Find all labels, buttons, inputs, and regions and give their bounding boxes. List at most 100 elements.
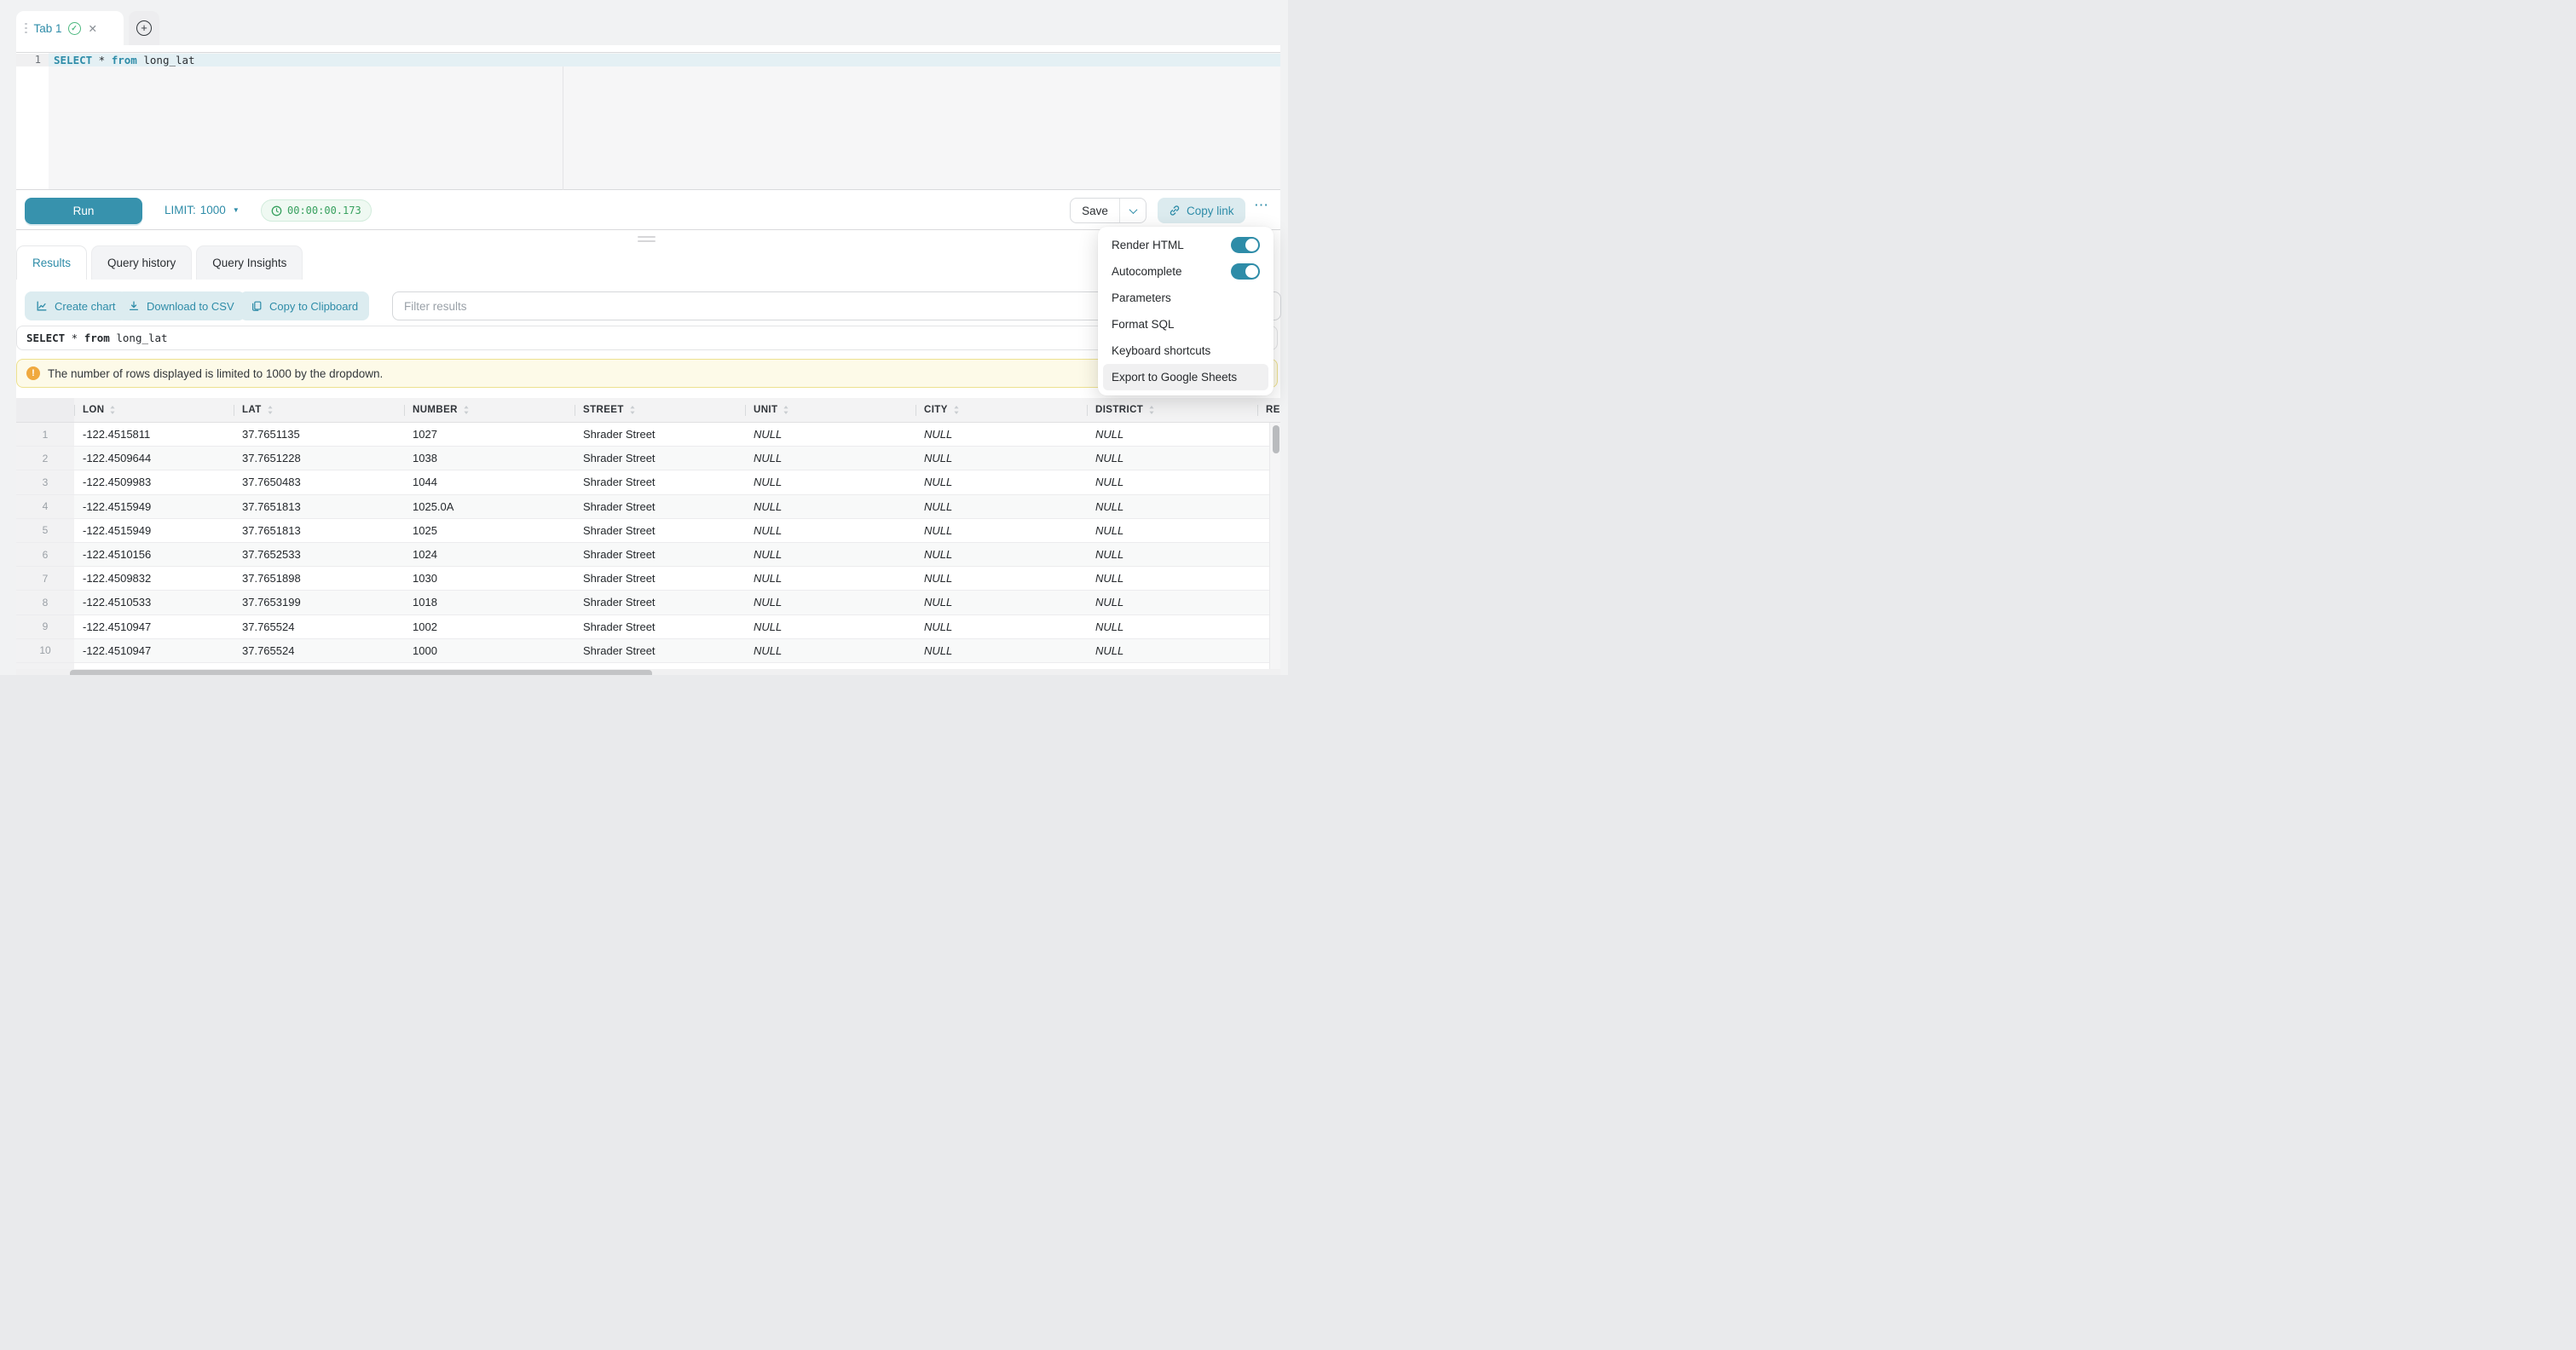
table-cell[interactable]: NULL xyxy=(745,591,915,614)
column-header-unit[interactable]: UNIT xyxy=(745,398,915,422)
save-options-button[interactable] xyxy=(1119,199,1146,222)
menu-item-autocomplete[interactable]: Autocomplete xyxy=(1103,258,1268,285)
table-cell[interactable]: Shrader Street xyxy=(575,447,745,470)
table-cell[interactable]: -122.4510156 xyxy=(74,543,234,566)
table-cell[interactable]: NULL xyxy=(915,639,1087,662)
column-header-street[interactable]: STREET xyxy=(575,398,745,422)
table-cell[interactable]: NULL xyxy=(1087,495,1257,518)
table-cell[interactable]: NULL xyxy=(1087,663,1257,669)
table-cell[interactable]: NULL xyxy=(915,519,1087,542)
table-cell[interactable]: 37.7651898 xyxy=(234,567,404,590)
table-cell[interactable]: NULL xyxy=(1087,423,1257,446)
table-cell[interactable]: 37.7654555 xyxy=(234,663,404,669)
column-header-re[interactable]: RE xyxy=(1257,398,1280,422)
table-cell[interactable]: NULL xyxy=(915,615,1087,638)
table-cell[interactable]: Shrader Street xyxy=(575,543,745,566)
sort-icon[interactable] xyxy=(629,405,636,415)
toggle-switch[interactable] xyxy=(1231,237,1260,253)
table-cell[interactable]: NULL xyxy=(915,423,1087,446)
table-cell[interactable]: 1025 xyxy=(404,519,575,542)
table-cell[interactable] xyxy=(1257,591,1269,614)
table-cell[interactable]: -122.4515811 xyxy=(74,423,234,446)
tab-query-insights[interactable]: Query Insights xyxy=(196,245,303,280)
limit-dropdown[interactable]: LIMIT: 1000 ▼ xyxy=(165,204,240,216)
sort-icon[interactable] xyxy=(109,405,116,415)
table-cell[interactable]: 1044 xyxy=(404,470,575,493)
table-cell[interactable]: Shrader Street xyxy=(575,591,745,614)
vertical-scrollbar[interactable] xyxy=(1269,423,1280,675)
table-cell[interactable]: -122.4509983 xyxy=(74,470,234,493)
table-cell[interactable]: 1027 xyxy=(404,423,575,446)
table-cell[interactable]: 37.7652533 xyxy=(234,543,404,566)
menu-item-render-html[interactable]: Render HTML xyxy=(1103,232,1268,258)
run-button[interactable]: Run xyxy=(25,198,142,224)
table-cell[interactable]: 37.7651813 xyxy=(234,519,404,542)
table-cell[interactable]: -122.4510902 xyxy=(74,663,234,669)
table-cell[interactable]: -122.4510947 xyxy=(74,639,234,662)
table-cell[interactable] xyxy=(1257,639,1269,662)
table-cell[interactable]: -122.4510947 xyxy=(74,615,234,638)
horizontal-scrollbar[interactable] xyxy=(16,669,1280,675)
table-cell[interactable]: NULL xyxy=(1087,470,1257,493)
table-cell[interactable] xyxy=(1257,567,1269,590)
table-cell[interactable]: NULL xyxy=(745,663,915,669)
table-cell[interactable]: NULL xyxy=(745,447,915,470)
table-cell[interactable]: -122.4515949 xyxy=(74,495,234,518)
more-options-button[interactable]: ⋯ xyxy=(1254,197,1269,214)
table-cell[interactable]: NULL xyxy=(745,470,915,493)
table-cell[interactable]: NULL xyxy=(915,495,1087,518)
table-cell[interactable]: -122.4510533 xyxy=(74,591,234,614)
new-tab-button[interactable]: + xyxy=(129,11,159,45)
sort-icon[interactable] xyxy=(1148,405,1155,415)
table-cell[interactable]: Shrader Street xyxy=(575,423,745,446)
save-button[interactable]: Save xyxy=(1071,199,1119,222)
table-cell[interactable]: -122.4509644 xyxy=(74,447,234,470)
table-cell[interactable]: Shrader Street xyxy=(575,470,745,493)
table-cell[interactable]: 1000 xyxy=(404,663,575,669)
table-cell[interactable]: 1000 xyxy=(404,639,575,662)
column-header-number[interactable]: NUMBER xyxy=(404,398,575,422)
tab-results[interactable]: Results xyxy=(16,245,87,280)
table-cell[interactable]: NULL xyxy=(745,543,915,566)
table-cell[interactable]: NULL xyxy=(745,615,915,638)
sort-icon[interactable] xyxy=(463,405,470,415)
column-header-city[interactable]: CITY xyxy=(915,398,1087,422)
table-cell[interactable]: Shrader Street xyxy=(575,639,745,662)
menu-item-keyboard-shortcuts[interactable]: Keyboard shortcuts xyxy=(1103,338,1268,364)
copy-link-button[interactable]: Copy link xyxy=(1158,198,1245,223)
table-cell[interactable]: NULL xyxy=(745,423,915,446)
code-line-1[interactable]: SELECT * from long_lat xyxy=(54,54,195,66)
column-header-district[interactable]: DISTRICT xyxy=(1087,398,1257,422)
table-cell[interactable]: NULL xyxy=(1087,567,1257,590)
table-cell[interactable] xyxy=(1257,519,1269,542)
tab-query-history[interactable]: Query history xyxy=(91,245,192,280)
table-cell[interactable]: NULL xyxy=(745,639,915,662)
table-cell[interactable]: NULL xyxy=(915,663,1087,669)
horizontal-scrollbar-thumb[interactable] xyxy=(70,670,652,675)
sort-icon[interactable] xyxy=(267,405,274,415)
sort-icon[interactable] xyxy=(783,405,789,415)
table-cell[interactable]: -122.4509832 xyxy=(74,567,234,590)
toggle-switch[interactable] xyxy=(1231,263,1260,280)
table-cell[interactable]: NULL xyxy=(915,591,1087,614)
table-cell[interactable]: Shrader Street xyxy=(575,567,745,590)
table-cell[interactable]: NULL xyxy=(1087,615,1257,638)
table-cell[interactable]: -122.4515949 xyxy=(74,519,234,542)
table-cell[interactable]: 1025.0A xyxy=(404,495,575,518)
copy-to-clipboard-button[interactable]: Copy to Clipboard xyxy=(240,291,369,320)
table-cell[interactable] xyxy=(1257,447,1269,470)
vertical-scrollbar-thumb[interactable] xyxy=(1273,425,1279,453)
table-cell[interactable]: 37.7651228 xyxy=(234,447,404,470)
table-cell[interactable]: NULL xyxy=(1087,591,1257,614)
table-cell[interactable]: NULL xyxy=(1087,519,1257,542)
panel-resize-handle[interactable] xyxy=(638,236,656,244)
table-cell[interactable]: 37.765524 xyxy=(234,639,404,662)
menu-item-parameters[interactable]: Parameters xyxy=(1103,285,1268,311)
table-cell[interactable]: NULL xyxy=(915,567,1087,590)
table-cell[interactable] xyxy=(1257,543,1269,566)
table-cell[interactable] xyxy=(1257,495,1269,518)
table-cell[interactable] xyxy=(1257,663,1269,669)
query-tab[interactable]: Tab 1 ✓ ✕ xyxy=(16,11,124,45)
table-cell[interactable]: Shrader Street xyxy=(575,519,745,542)
sql-code-editor[interactable]: 1 SELECT * from long_lat xyxy=(16,52,1280,190)
